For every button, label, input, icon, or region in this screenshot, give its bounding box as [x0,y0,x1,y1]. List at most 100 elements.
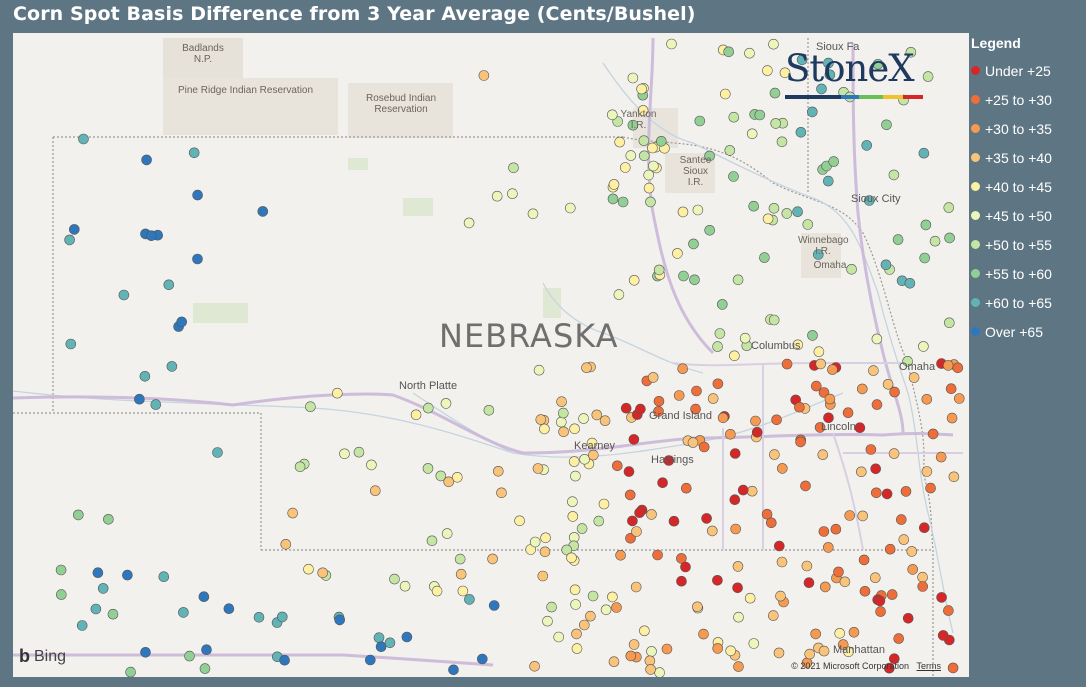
basis-point[interactable] [748,200,760,212]
basis-point[interactable] [865,444,877,455]
basis-point[interactable] [537,570,549,582]
basis-point[interactable] [732,274,744,286]
basis-point[interactable] [65,338,77,350]
basis-point[interactable] [725,645,737,657]
basis-point[interactable] [527,208,539,220]
basis-point[interactable] [630,581,642,593]
basis-point[interactable] [773,540,785,552]
basis-point[interactable] [334,614,346,626]
basis-point[interactable] [943,317,955,329]
basis-point[interactable] [564,202,576,214]
basis-point[interactable] [566,552,577,564]
basis-point[interactable] [163,279,175,291]
basis-point[interactable] [668,515,680,527]
basis-point[interactable] [921,466,933,477]
basis-point[interactable] [732,561,744,572]
basis-point[interactable] [617,196,629,208]
basis-point[interactable] [698,628,709,640]
basis-point[interactable] [364,654,376,666]
terms-link[interactable]: Terms [917,661,942,671]
basis-point[interactable] [828,156,840,167]
basis-point[interactable] [776,556,788,568]
basis-point[interactable] [140,646,151,658]
basis-point[interactable] [759,252,770,263]
basis-point[interactable] [692,601,703,613]
basis-point[interactable] [491,190,503,202]
basis-point[interactable] [76,620,88,631]
basis-point[interactable] [369,485,381,497]
basis-point[interactable] [652,549,663,561]
basis-point[interactable] [546,601,557,613]
basis-point[interactable] [717,412,729,424]
basis-point[interactable] [593,515,605,527]
basis-point[interactable] [830,523,842,535]
basis-point[interactable] [150,399,162,410]
basis-point[interactable] [688,238,699,250]
basis-point[interactable] [723,46,735,58]
basis-point[interactable] [657,477,668,489]
basis-point[interactable] [871,333,883,345]
basis-point[interactable] [73,509,84,521]
basis-point[interactable] [615,549,626,561]
basis-point[interactable] [870,487,882,499]
basis-point[interactable] [942,360,954,371]
basis-point[interactable] [280,538,292,550]
legend-item[interactable]: Under +25 [971,56,1083,85]
basis-point[interactable] [724,145,736,156]
basis-point[interactable] [810,380,822,392]
basis-point[interactable] [556,396,567,408]
basis-point[interactable] [732,582,743,594]
basis-point[interactable] [422,402,434,414]
basis-point[interactable] [496,487,507,499]
basis-point[interactable] [762,65,773,76]
basis-point[interactable] [704,225,716,236]
basis-point[interactable] [929,235,941,247]
basis-point[interactable] [184,650,195,662]
basis-point[interactable] [691,385,702,397]
basis-point[interactable] [844,510,856,521]
basis-point[interactable] [257,206,269,217]
basis-point[interactable] [638,150,650,162]
basis-point[interactable] [917,581,929,592]
basis-point[interactable] [557,407,569,419]
basis-point[interactable] [571,643,583,654]
basis-point[interactable] [223,603,235,615]
basis-point[interactable] [804,648,816,660]
basis-point[interactable] [611,460,623,472]
basis-point[interactable] [384,637,396,649]
basis-point[interactable] [839,576,851,588]
basis-point[interactable] [803,577,815,589]
basis-point[interactable] [917,571,928,583]
basis-point[interactable] [712,574,723,586]
basis-point[interactable] [624,489,636,501]
basis-point[interactable] [125,666,136,677]
basis-point[interactable] [655,136,667,147]
basis-point[interactable] [948,471,960,483]
basis-point[interactable] [801,560,813,572]
basis-point[interactable] [856,383,868,395]
basis-point[interactable] [353,446,365,458]
basis-point[interactable] [817,449,829,461]
basis-point[interactable] [146,230,157,241]
basis-point[interactable] [716,299,728,310]
basis-point[interactable] [627,515,638,527]
basis-point[interactable] [366,459,377,471]
basis-point[interactable] [483,404,495,416]
basis-point[interactable] [192,253,203,265]
basis-point[interactable] [303,563,314,575]
basis-point[interactable] [728,111,740,123]
basis-point[interactable] [625,650,637,662]
basis-point[interactable] [781,208,793,219]
basis-point[interactable] [692,204,704,216]
basis-point[interactable] [568,456,580,467]
basis-point[interactable] [492,465,504,477]
basis-point[interactable] [90,603,102,615]
bing-attribution[interactable]: b Bing [19,646,66,667]
basis-point[interactable] [769,449,780,460]
basis-point[interactable] [677,206,689,218]
basis-point[interactable] [635,403,646,415]
basis-point[interactable] [769,87,781,99]
basis-point[interactable] [886,589,898,600]
basis-point[interactable] [97,583,109,594]
basis-point[interactable] [854,422,866,434]
